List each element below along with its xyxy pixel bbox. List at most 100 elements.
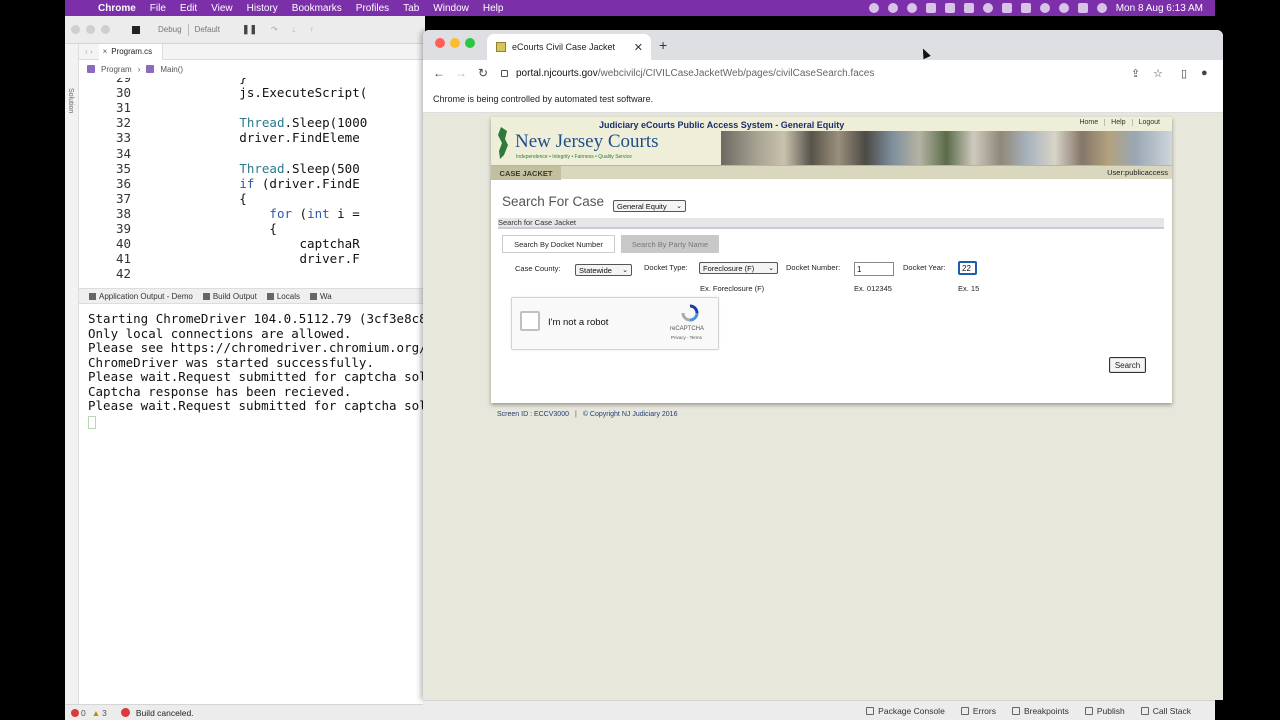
step-over-icon[interactable]: ↷ [271, 25, 278, 34]
search-icon[interactable] [1058, 3, 1069, 13]
menu-bookmarks[interactable]: Bookmarks [292, 3, 342, 14]
breadcrumb-method[interactable]: Main() [160, 65, 183, 74]
control-center-icon[interactable] [1077, 3, 1088, 13]
tab-program-cs[interactable]: × Program.cs [98, 43, 164, 60]
menu-window[interactable]: Window [433, 3, 469, 14]
battery-icon[interactable] [1020, 3, 1031, 13]
code-text: Thread.Sleep(500 [239, 160, 360, 176]
ide-minimize-button[interactable] [86, 25, 95, 34]
tab-build-output[interactable]: Build Output [202, 291, 257, 301]
code-text: js.ExecuteScript( [149, 85, 368, 101]
ide-zoom-button[interactable] [101, 25, 110, 34]
pause-icon[interactable]: ❚❚ [242, 24, 257, 35]
menu-app-chrome[interactable]: Chrome [98, 3, 136, 14]
court-type-select[interactable]: General Equity ⌄ [613, 200, 686, 212]
lock-icon[interactable] [501, 69, 508, 77]
package-console-button[interactable]: Package Console [866, 706, 945, 716]
browser-tab[interactable]: eCourts Civil Case Jacket ✕ [487, 34, 651, 60]
tab-watch[interactable]: Wa [309, 292, 332, 301]
nav-back-forward-icon[interactable]: ‹ › [85, 47, 93, 56]
breakpoints-button[interactable]: Breakpoints [1011, 706, 1069, 716]
copyright: © Copyright NJ Judiciary 2016 [582, 411, 678, 418]
tab-search-by-docket[interactable]: Search By Docket Number [502, 235, 615, 253]
solution-pad-strip[interactable]: Solution [65, 44, 79, 704]
step-out-icon[interactable]: ↑ [310, 25, 314, 34]
line-number: 33 [115, 130, 131, 146]
docket-number-input[interactable]: 1 [854, 262, 894, 276]
call-stack-button[interactable]: Call Stack [1140, 706, 1191, 716]
forward-icon[interactable]: → [455, 66, 467, 80]
menu-file[interactable]: File [150, 3, 166, 14]
recaptcha-label: I'm not a robot [548, 317, 609, 328]
siri-icon[interactable] [1096, 3, 1107, 13]
run-target[interactable]: Default [195, 25, 220, 34]
recaptcha-checkbox[interactable] [520, 311, 540, 331]
address-bar[interactable]: portal.njcourts.gov /webcivilcj/CIVILCas… [501, 63, 1121, 83]
upload-icon[interactable] [963, 3, 974, 13]
county-label: Case County: [515, 264, 561, 273]
code-editor[interactable]: 29 } 30 js.ExecuteScript(3132 Thread.Slee… [79, 78, 425, 292]
breadcrumb-class[interactable]: Program [101, 65, 132, 74]
page-card: New Jersey Courts Independence • Integri… [491, 117, 1172, 403]
county-select[interactable]: Statewide ⌄ [575, 264, 632, 276]
menu-view[interactable]: View [211, 3, 233, 14]
text-input-icon[interactable] [1001, 3, 1012, 13]
tab-application-output[interactable]: Application Output - Demo [89, 292, 193, 301]
case-jacket-tab[interactable]: CASE JACKET [491, 166, 561, 180]
tab-label: Build Output [212, 291, 257, 301]
errors-button[interactable]: Errors [960, 706, 996, 716]
docket-year-value: 22 [962, 263, 971, 273]
nav-help-link[interactable]: Help [1104, 119, 1131, 126]
headphones-icon[interactable] [887, 3, 898, 13]
wifi-icon[interactable] [1039, 3, 1050, 13]
window-minimize-button[interactable] [450, 38, 460, 48]
menu-history[interactable]: History [247, 3, 278, 14]
nav-logout-link[interactable]: Logout [1131, 119, 1166, 126]
timer-icon[interactable] [906, 3, 917, 13]
menu-edit[interactable]: Edit [180, 3, 197, 14]
tab-close-icon[interactable]: ✕ [634, 41, 643, 54]
tab-label: Locals [276, 291, 300, 301]
docket-type-select[interactable]: Foreclosure (F) ⌄ [699, 262, 778, 274]
recaptcha-terms-link[interactable]: Privacy - Terms [671, 335, 702, 340]
nav-home-link[interactable]: Home [1073, 119, 1104, 126]
application-output[interactable]: Starting ChromeDriver 104.0.5112.79 (3cf… [79, 306, 425, 702]
search-button[interactable]: Search [1109, 357, 1146, 373]
tab-search-by-party[interactable]: Search By Party Name [621, 235, 719, 253]
nj-courts-logo-text[interactable]: New Jersey Courts [515, 131, 659, 153]
build-config[interactable]: Debug [158, 25, 182, 34]
record-icon[interactable] [868, 3, 879, 13]
back-icon[interactable]: ← [433, 66, 445, 80]
docket-year-input[interactable]: 22 [958, 261, 977, 275]
play-icon[interactable] [982, 3, 993, 13]
warning-count: 3 [102, 707, 107, 718]
menu-profiles[interactable]: Profiles [356, 3, 389, 14]
code-text: { [149, 221, 277, 236]
menu-help[interactable]: Help [483, 3, 504, 14]
user-label: User:publicaccess [1107, 168, 1168, 177]
publish-button[interactable]: Publish [1084, 706, 1125, 716]
url-path: /webcivilcj/CIVILCaseJacketWeb/pages/civ… [597, 67, 875, 79]
tab-locals[interactable]: Locals [266, 291, 300, 301]
pen-icon[interactable] [944, 3, 955, 13]
side-panel-icon[interactable]: ▯ [1181, 67, 1187, 80]
menu-tab[interactable]: Tab [403, 3, 419, 14]
stop-icon[interactable] [132, 25, 140, 34]
reload-icon[interactable]: ↻ [477, 66, 489, 80]
window-close-button[interactable] [435, 38, 445, 48]
courthouse-photos [721, 131, 1172, 165]
error-icon[interactable] [71, 708, 79, 717]
output-caret [88, 415, 96, 429]
new-tab-icon[interactable]: + [659, 37, 667, 53]
menubar-clock[interactable]: Mon 8 Aug 6:13 AM [1116, 3, 1203, 14]
footer-divider: | [574, 411, 577, 418]
close-icon[interactable]: × [103, 47, 108, 56]
window-zoom-button[interactable] [465, 38, 475, 48]
step-into-icon[interactable]: ↓ [292, 25, 296, 34]
bookmark-star-icon[interactable]: ☆ [1153, 67, 1163, 80]
ide-close-button[interactable] [71, 25, 80, 34]
share-icon[interactable]: ⇪ [1131, 67, 1140, 80]
profile-icon[interactable]: ● [1201, 67, 1208, 79]
warning-icon[interactable]: ▲ [92, 708, 100, 718]
dropbox-icon[interactable] [925, 3, 936, 13]
